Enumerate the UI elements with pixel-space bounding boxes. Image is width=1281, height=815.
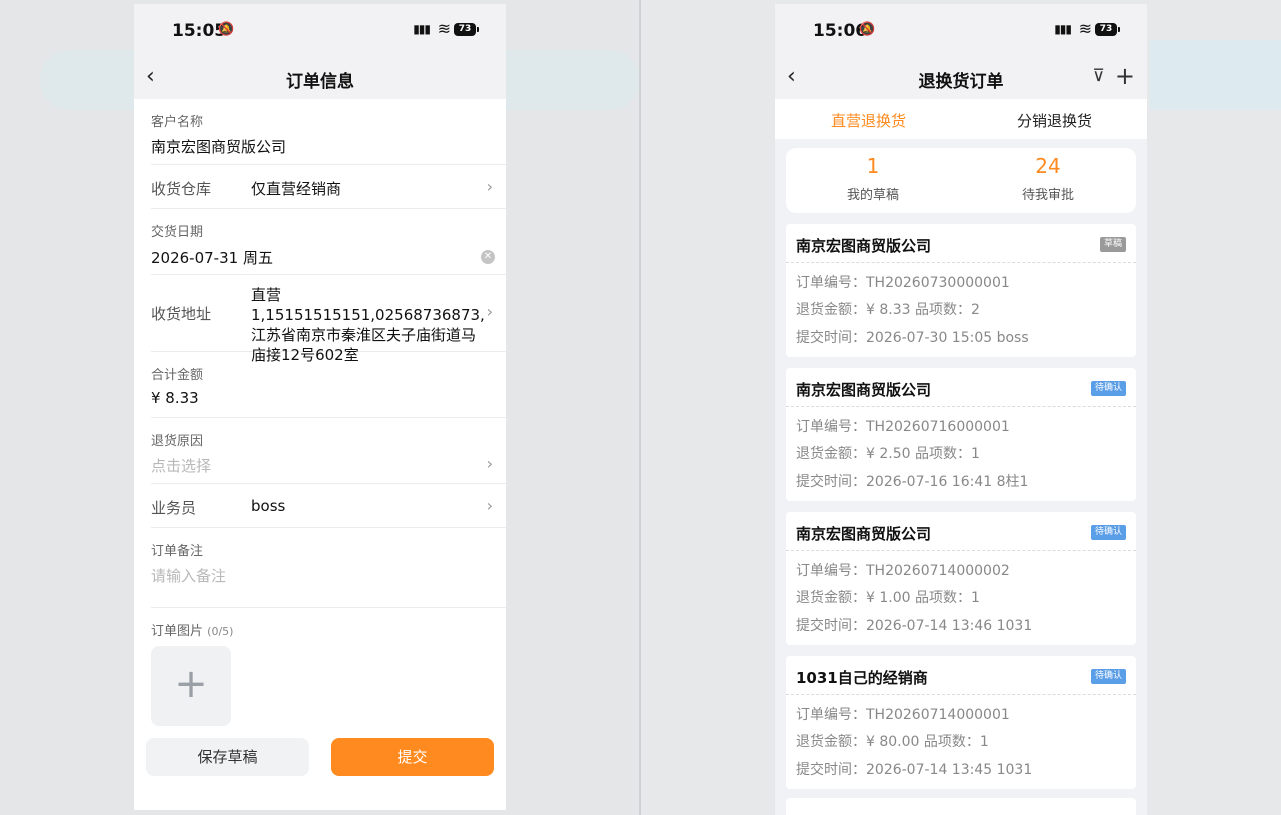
save-draft-button[interactable]: 保存草稿 (146, 738, 309, 776)
images-label-text: 订单图片 (151, 624, 204, 639)
tab-direct-returns[interactable]: 直营退换货 (831, 110, 906, 131)
chevron-right-icon: › (486, 496, 493, 515)
add-icon[interactable]: + (1115, 62, 1135, 90)
customer-value: 南京宏图商贸版公司 (151, 138, 287, 156)
total-value: ¥ 8.33 (151, 389, 199, 407)
filter-icon[interactable]: ⊽ (1093, 66, 1105, 86)
status-badge: 待确认 (1090, 669, 1126, 684)
order-card[interactable]: 南京宏图商贸版公司 草稿 订单编号：TH20260730000001 退货金额：… (786, 224, 1136, 357)
order-number: 订单编号：TH20260714000001 (796, 707, 1010, 723)
order-amount: 退货金额：¥ 1.00 品项数：1 (796, 590, 980, 606)
delivery-date-value: 2026-07-31 周五 (151, 249, 273, 267)
battery-icon: 73 (1095, 23, 1120, 36)
total-label: 合计金额 (151, 368, 204, 383)
card-header: 南京宏图商贸版公司 草稿 (786, 224, 1136, 263)
signal-icon: ▮▮▮ (413, 22, 431, 36)
status-badge: 草稿 (1099, 237, 1126, 252)
stat-drafts[interactable]: 1 我的草稿 (813, 154, 933, 203)
order-card[interactable]: 南京宏图商贸版公司 待确认 订单编号：TH20260716000001 退货金额… (786, 368, 1136, 501)
salesman-field[interactable]: 业务员 boss › (151, 484, 506, 528)
status-badge: 待确认 (1090, 525, 1126, 540)
order-customer: 南京宏图商贸版公司 (796, 237, 932, 255)
remark-field[interactable]: 订单备注 请输入备注 (151, 528, 506, 608)
images-field: 订单图片 (0/5) (151, 608, 506, 639)
order-amount: 退货金额：¥ 80.00 品项数：1 (796, 734, 989, 750)
remark-label: 订单备注 (151, 544, 204, 559)
order-customer: 南京宏图商贸版公司 (796, 381, 932, 399)
order-submitted: 提交时间：2026-07-14 13:45 1031 (796, 762, 1033, 778)
stat-value: 1 (866, 154, 880, 178)
page-title: 订单信息 (286, 72, 354, 92)
tab-distribution-returns[interactable]: 分销退换货 (1017, 110, 1092, 131)
status-bar: 15:06 🔕 ▮▮▮ ≋ 73 (775, 4, 1147, 56)
salesman-label: 业务员 (151, 499, 197, 517)
stat-pending-approval[interactable]: 24 待我审批 (988, 154, 1108, 203)
stat-value: 24 (1035, 154, 1061, 178)
order-amount: 退货金额：¥ 8.33 品项数：2 (796, 302, 980, 318)
plus-icon: + (174, 661, 208, 707)
order-amount: 退货金额：¥ 2.50 品项数：1 (796, 446, 980, 462)
order-card[interactable]: 南京宏图商贸版公司 待确认 订单编号：TH20260714000002 退货金额… (786, 512, 1136, 645)
card-header: 南京宏图商贸版公司 待确认 (786, 512, 1136, 551)
clear-icon[interactable]: ✕ (481, 250, 495, 264)
order-customer: 1031自己的经销商 (796, 669, 928, 687)
return-reason-field[interactable]: 退货原因 点击选择 › (151, 418, 506, 484)
order-number: 订单编号：TH20260730000001 (796, 275, 1010, 291)
battery-icon: 73 (454, 23, 479, 36)
chevron-right-icon: › (486, 454, 493, 473)
wifi-icon: ≋ (1078, 19, 1092, 38)
order-number: 订单编号：TH20260714000002 (796, 563, 1010, 579)
mute-icon: 🔕 (218, 22, 235, 37)
images-label: 订单图片 (0/5) (151, 620, 233, 639)
images-count: (0/5) (207, 625, 234, 638)
page-title: 退换货订单 (918, 72, 1004, 92)
warehouse-value: 仅直营经销商 (251, 180, 342, 198)
chevron-right-icon: › (486, 177, 493, 196)
background-glow (1150, 40, 1281, 110)
window-divider (639, 0, 641, 815)
order-card[interactable]: 1031自己的经销商 待确认 订单编号：TH20260714000001 退货金… (786, 656, 1136, 789)
warehouse-field[interactable]: 收货仓库 仅直营经销商 › (151, 165, 506, 209)
address-label: 收货地址 (151, 305, 212, 323)
warehouse-label: 收货仓库 (151, 180, 212, 198)
stat-label: 待我审批 (1021, 188, 1074, 203)
order-card-partial[interactable] (786, 798, 1136, 815)
total-field: 合计金额 ¥ 8.33 (151, 352, 506, 418)
delivery-date-field[interactable]: 交货日期 2026-07-31 周五 ✕ (151, 209, 506, 275)
order-submitted: 提交时间：2026-07-16 16:41 8柱1 (796, 474, 1029, 490)
stats-panel: 1 我的草稿 24 待我审批 (786, 148, 1136, 213)
return-reason-placeholder: 点击选择 (151, 457, 212, 475)
salesman-value: boss (251, 497, 286, 515)
status-badge: 待确认 (1090, 381, 1126, 396)
order-customer: 南京宏图商贸版公司 (796, 525, 932, 543)
stat-label: 我的草稿 (846, 188, 899, 203)
order-submitted: 提交时间：2026-07-30 15:05 boss (796, 330, 1029, 346)
nav-bar: ‹ 订单信息 (134, 56, 506, 99)
add-image-button[interactable]: + (151, 646, 231, 726)
chevron-right-icon: › (486, 302, 493, 321)
return-reason-label: 退货原因 (151, 434, 204, 449)
order-number: 订单编号：TH20260716000001 (796, 419, 1010, 435)
status-bar: 15:05 🔕 ▮▮▮ ≋ 73 (134, 4, 506, 56)
address-field[interactable]: 收货地址 直营1,15151515151,02568736873,江苏省南京市秦… (151, 275, 506, 364)
order-submitted: 提交时间：2026-07-14 13:46 1031 (796, 618, 1033, 634)
submit-button[interactable]: 提交 (331, 738, 494, 776)
card-header: 南京宏图商贸版公司 待确认 (786, 368, 1136, 407)
remark-input[interactable]: 请输入备注 (151, 565, 226, 586)
return-orders-screen: 15:06 🔕 ▮▮▮ ≋ 73 ‹ 退换货订单 ⊽ + 直营退换货 分销退换货… (775, 4, 1147, 815)
delivery-date-label: 交货日期 (151, 225, 204, 240)
customer-label: 客户名称 (151, 115, 204, 130)
card-header: 1031自己的经销商 待确认 (786, 656, 1136, 695)
tab-bar: 直营退换货 分销退换货 (775, 99, 1147, 139)
nav-bar: ‹ 退换货订单 ⊽ + (775, 56, 1147, 99)
customer-field: 客户名称 南京宏图商贸版公司 (151, 99, 506, 165)
mute-icon: 🔕 (859, 22, 876, 37)
order-info-screen: 15:05 🔕 ▮▮▮ ≋ 73 ‹ 订单信息 客户名称 南京宏图商贸版公司 收… (134, 4, 506, 810)
signal-icon: ▮▮▮ (1054, 22, 1072, 36)
wifi-icon: ≋ (437, 19, 451, 38)
